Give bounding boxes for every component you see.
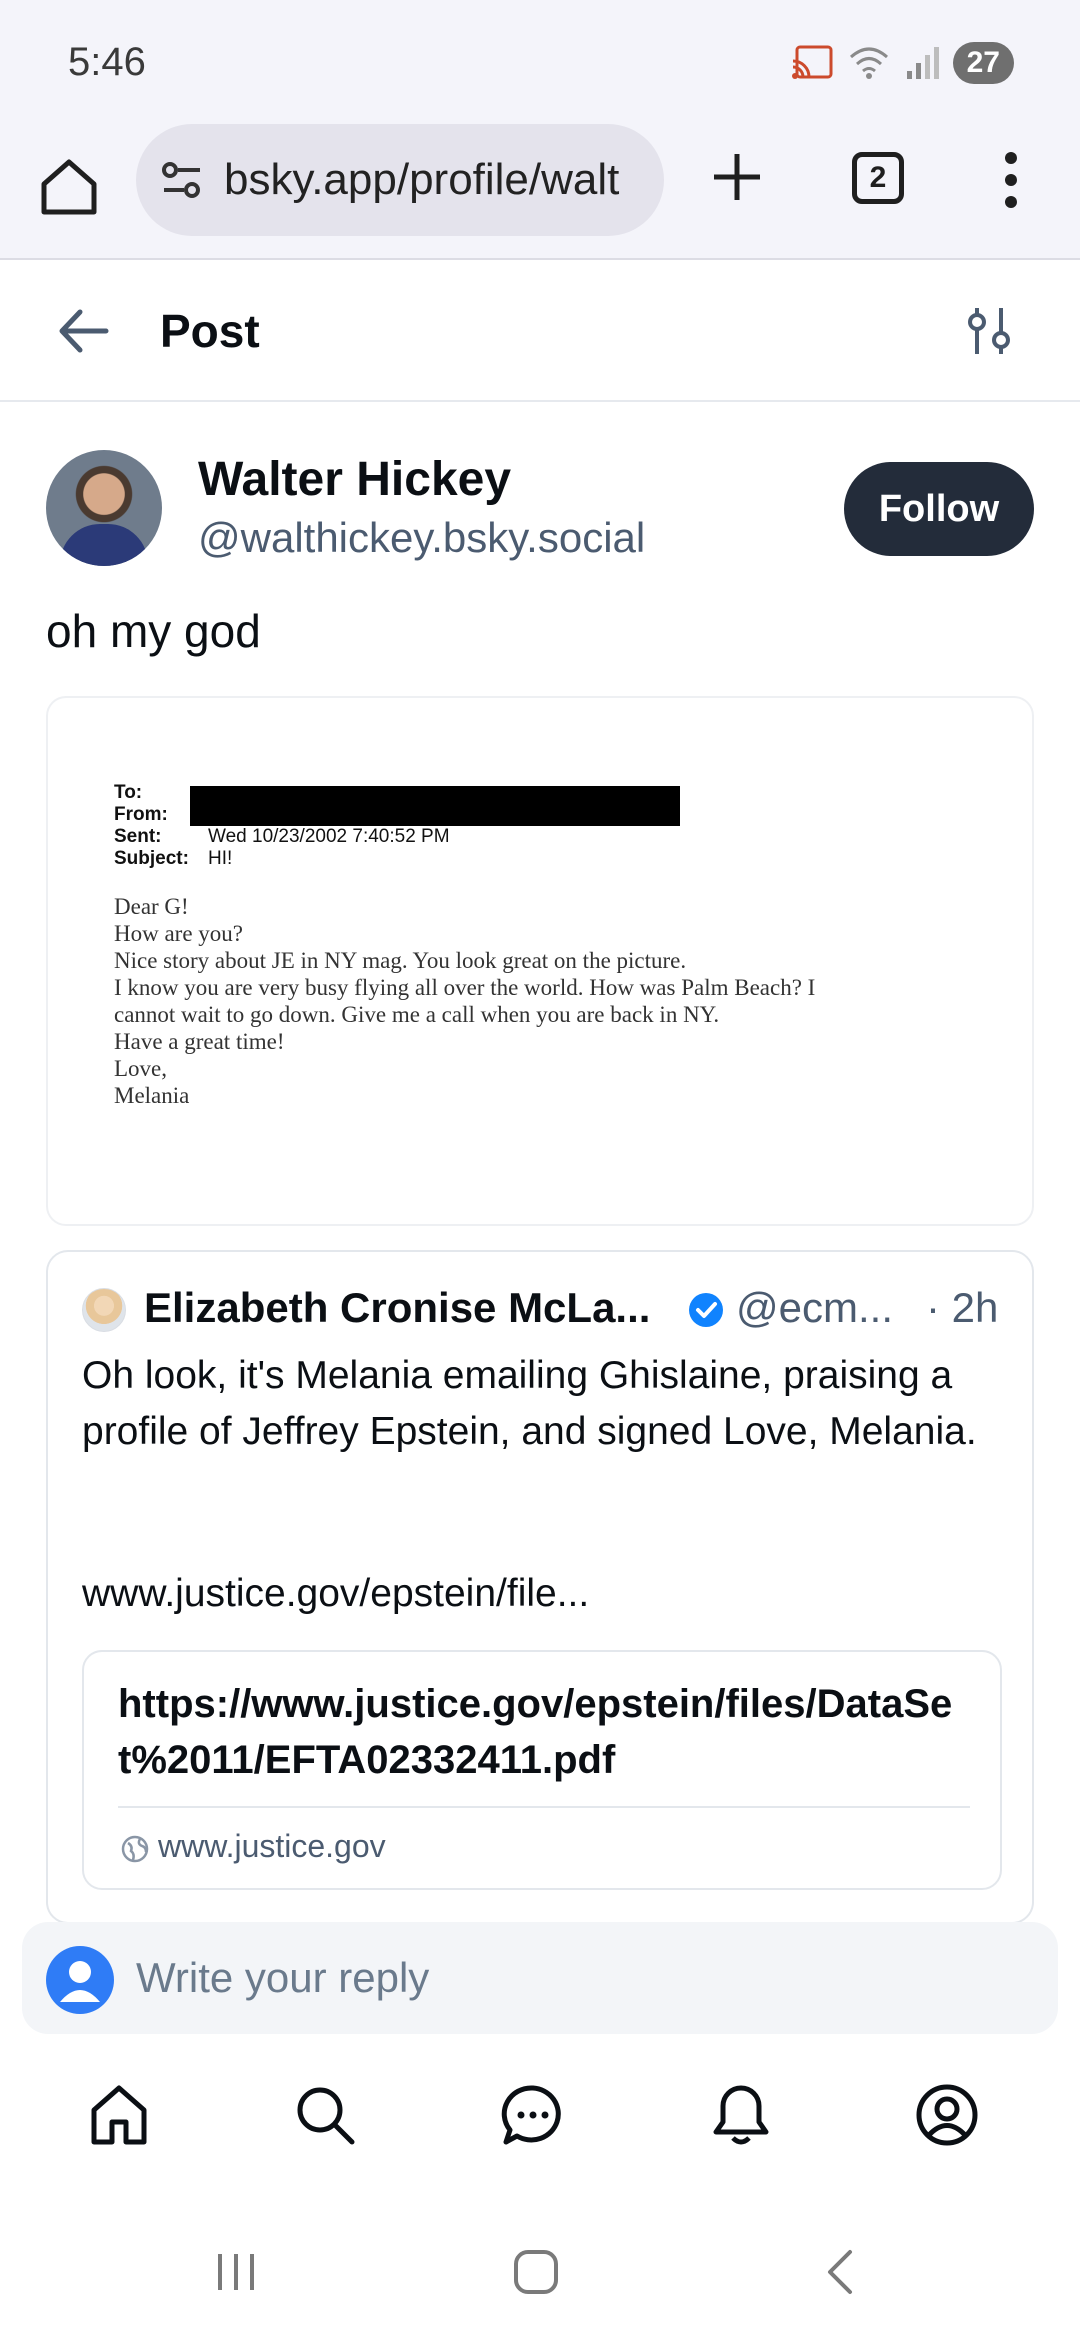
author-handle[interactable]: @walthickey.bsky.social: [198, 514, 645, 562]
new-tab-icon[interactable]: [706, 146, 768, 208]
home-icon[interactable]: [86, 2082, 152, 2148]
doc-label-subject: Subject:: [114, 848, 189, 869]
sliders-icon[interactable]: [962, 304, 1016, 358]
quoted-author-avatar[interactable]: [82, 1288, 126, 1332]
doc-body-line: How are you?: [114, 921, 244, 946]
doc-label-sent: Sent:: [114, 826, 162, 847]
doc-body-line: cannot wait to go down. Give me a call w…: [114, 1002, 720, 1027]
back-arrow-icon[interactable]: [54, 302, 112, 360]
verified-badge-icon: [689, 1293, 723, 1327]
post-image[interactable]: To: From: Sent: Subject: Wed 10/23/2002 …: [46, 696, 1034, 1226]
system-home-icon[interactable]: [510, 2246, 562, 2298]
bottom-nav: [0, 2060, 1080, 2190]
doc-sent-value: Wed 10/23/2002 7:40:52 PM: [208, 826, 450, 847]
doc-label-from: From:: [114, 804, 168, 825]
link-preview-title: https://www.justice.gov/epstein/files/Da…: [118, 1682, 953, 1782]
chat-icon[interactable]: [500, 2082, 566, 2148]
status-icons: 27: [791, 40, 1014, 86]
author-avatar[interactable]: [46, 450, 162, 566]
doc-body-line: Love,: [114, 1056, 168, 1081]
quoted-post-link[interactable]: www.justice.gov/epstein/file...: [82, 1572, 589, 1616]
post-text: oh my god: [46, 605, 261, 657]
battery-indicator: 27: [952, 42, 1014, 84]
browser-home-icon[interactable]: [36, 154, 102, 220]
link-divider: [118, 1806, 970, 1808]
search-icon[interactable]: [292, 2082, 358, 2148]
author-name[interactable]: Walter Hickey: [198, 452, 511, 507]
cast-icon: [791, 45, 833, 79]
system-back-icon[interactable]: [816, 2246, 868, 2298]
notifications-bell-icon[interactable]: [708, 2082, 774, 2148]
signal-icon: [906, 47, 939, 79]
url-bar[interactable]: bsky.app/profile/walt: [136, 124, 664, 236]
status-bar: 5:46 27: [0, 0, 1080, 124]
user-avatar: [46, 1946, 114, 2014]
status-time: 5:46: [68, 40, 146, 84]
profile-icon[interactable]: [914, 2082, 980, 2148]
doc-body-line: Nice story about JE in NY mag. You look …: [114, 948, 687, 973]
globe-icon: [121, 1835, 149, 1863]
url-text: bsky.app/profile/walt: [224, 155, 620, 204]
reply-placeholder: Write your reply: [136, 1954, 430, 2001]
quoted-author-handle[interactable]: @ecm...: [736, 1284, 893, 1332]
quoted-post-text: Oh look, it's Melania emailing Ghislaine…: [82, 1354, 977, 1453]
doc-label-to: To:: [114, 782, 143, 803]
quoted-post[interactable]: Elizabeth Cronise McLa... @ecm... · 2h O…: [46, 1250, 1034, 1924]
system-nav-bar: [0, 2190, 1080, 2340]
more-menu-icon[interactable]: [996, 150, 1026, 210]
redaction-bar: [190, 786, 680, 826]
browser-toolbar: bsky.app/profile/walt 2: [0, 124, 1080, 260]
page-title: Post: [160, 305, 260, 357]
doc-body-line: Dear G!: [114, 894, 189, 919]
doc-body-line: I know you are very busy flying all over…: [114, 975, 816, 1000]
link-preview-domain: www.justice.gov: [158, 1828, 386, 1864]
quoted-author-name[interactable]: Elizabeth Cronise McLa...: [144, 1284, 650, 1332]
tab-switcher-button[interactable]: 2: [852, 152, 904, 204]
quoted-post-time: · 2h: [926, 1284, 999, 1331]
doc-body-line: Have a great time!: [114, 1029, 285, 1054]
doc-subject-value: HI!: [208, 848, 233, 869]
wifi-icon: [849, 47, 888, 79]
reply-input[interactable]: Write your reply: [22, 1922, 1058, 2034]
doc-body-line: Melania: [114, 1083, 190, 1108]
default-avatar-icon: [60, 1961, 100, 2002]
avatar-photo: [60, 524, 148, 566]
post-header: Post: [0, 260, 1080, 402]
link-preview-card[interactable]: https://www.justice.gov/epstein/files/Da…: [82, 1650, 1002, 1890]
follow-button[interactable]: Follow: [844, 462, 1034, 556]
recent-apps-icon[interactable]: [210, 2246, 262, 2298]
site-settings-icon[interactable]: [160, 158, 204, 202]
